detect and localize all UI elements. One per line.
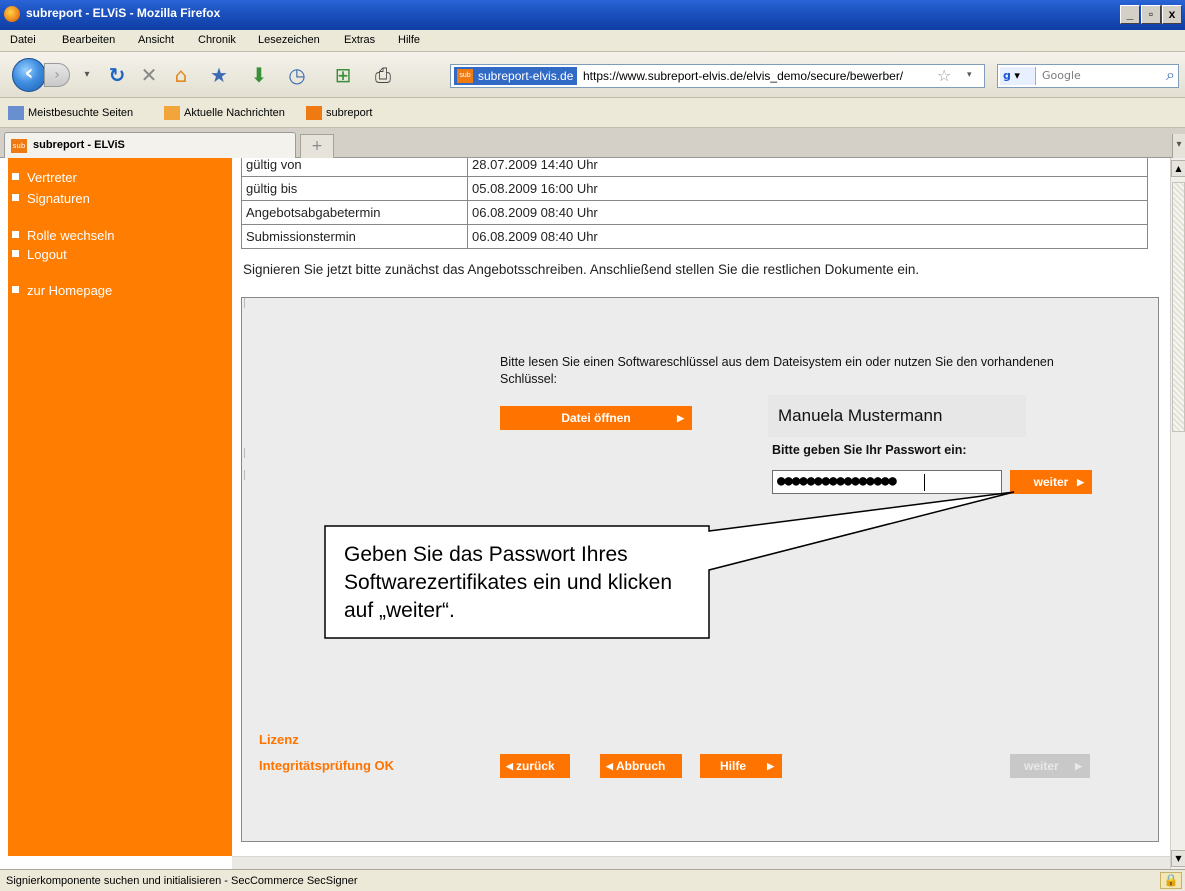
bookmarks-toolbar: Meistbesuchte Seiten Aktuelle Nachrichte… — [0, 98, 1185, 128]
abort-button[interactable]: ◀ Abbruch — [600, 754, 682, 778]
tab-bar: sub subreport - ELViS + ▾ — [0, 128, 1185, 158]
firefox-icon — [4, 6, 20, 22]
bookmark-icon[interactable]: ★ — [206, 62, 232, 88]
menu-extras[interactable]: Extras — [344, 34, 375, 46]
star-icon[interactable]: ☆ — [937, 66, 951, 85]
sidebar: Rechnungen Vertreter Signaturen Rolle we… — [8, 158, 232, 856]
home-icon[interactable]: ⌂ — [168, 62, 194, 88]
navigation-toolbar: ‹ › ▾ ↻ ✕ ⌂ ★ ⬇ ◷ ⊞ ⎙ sub subreport-elvi… — [0, 52, 1185, 98]
search-input[interactable]: g ▾ Google ⌕ — [997, 64, 1179, 88]
search-placeholder: Google — [1042, 69, 1081, 82]
new-tab-icon[interactable]: + — [300, 134, 334, 158]
title-bar: subreport - ELViS - Mozilla Firefox _ ▫ … — [0, 0, 1185, 30]
back-icon[interactable]: ‹ — [12, 58, 46, 92]
scroll-down-icon[interactable]: ▼ — [1171, 850, 1185, 867]
table-cell-value: 05.08.2009 16:00 Uhr — [467, 176, 1148, 201]
menu-chronik[interactable]: Chronik — [198, 34, 236, 46]
google-engine-icon[interactable]: g ▾ — [1000, 67, 1036, 85]
maximize-button[interactable]: ▫ — [1141, 5, 1161, 24]
table-cell-label: gültig bis — [241, 176, 468, 201]
url-bar[interactable]: sub subreport-elvis.de https://www.subre… — [450, 64, 985, 88]
sidebar-item-vertreter[interactable]: Vertreter — [12, 170, 77, 185]
close-button[interactable]: x — [1162, 5, 1182, 24]
table-cell-label: Angebotsabgabetermin — [241, 200, 468, 225]
history-dropdown-icon[interactable]: ▾ — [74, 62, 100, 88]
bookmark-meistbesuchte[interactable]: Meistbesuchte Seiten — [8, 106, 133, 120]
site-identity-button[interactable]: sub subreport-elvis.de — [454, 67, 578, 85]
menu-bar: Datei Bearbeiten Ansicht Chronik Lesezei… — [0, 30, 1185, 52]
history-icon[interactable]: ◷ — [284, 62, 310, 88]
license-link[interactable]: Lizenz — [259, 732, 299, 747]
signer-applet-panel: Bitte lesen Sie einen Softwareschlüssel … — [241, 297, 1159, 842]
arrow-right-icon: ▶ — [1075, 761, 1082, 771]
tender-info-table: gültig von 28.07.2009 14:40 Uhr gültig b… — [241, 158, 1148, 249]
bookmark-subreport[interactable]: subreport — [306, 106, 372, 120]
integrity-status: Integritätsprüfung OK — [259, 758, 395, 773]
subreport-favicon-icon — [306, 106, 322, 120]
download-icon[interactable]: ⬇ — [246, 62, 272, 88]
window-title: subreport - ELViS - Mozilla Firefox — [26, 6, 221, 20]
content-bottom-strip — [232, 856, 1170, 869]
table-row: Angebotsabgabetermin 06.08.2009 08:40 Uh… — [241, 200, 1148, 225]
table-cell-value: 06.08.2009 08:40 Uhr — [467, 200, 1148, 225]
menu-ansicht[interactable]: Ansicht — [138, 34, 174, 46]
sidebar-item-signaturen[interactable]: Signaturen — [12, 191, 90, 206]
site-favicon-icon: sub — [457, 69, 473, 83]
menu-hilfe[interactable]: Hilfe — [398, 34, 420, 46]
back-button[interactable]: ◀ zurück — [500, 754, 570, 778]
scroll-up-icon[interactable]: ▲ — [1171, 160, 1185, 177]
status-bar: Signierkomponente suchen und initialisie… — [0, 869, 1185, 891]
sidebar-item-logout[interactable]: Logout — [12, 247, 67, 262]
sidebar-clipped-item: Rechnungen — [38, 158, 118, 160]
url-dropdown-icon[interactable]: ▾ — [967, 70, 972, 80]
print-icon[interactable]: ⎙ — [370, 62, 396, 88]
arrow-left-icon: ◀ — [506, 761, 513, 771]
rss-icon — [164, 106, 180, 120]
help-button[interactable]: Hilfe ▶ — [700, 754, 782, 778]
arrow-left-icon: ◀ — [606, 761, 613, 771]
menu-lesezeichen[interactable]: Lesezeichen — [258, 34, 320, 46]
bookmark-folder-icon — [8, 106, 24, 120]
status-text: Signierkomponente suchen und initialisie… — [6, 875, 358, 887]
table-cell-label: Submissionstermin — [241, 224, 468, 249]
sidebar-item-rolle[interactable]: Rolle wechseln — [12, 228, 114, 243]
lock-icon[interactable]: 🔒 — [1160, 872, 1182, 889]
tab-favicon-icon: sub — [11, 139, 27, 153]
table-row: Submissionstermin 06.08.2009 08:40 Uhr — [241, 224, 1148, 249]
instruction-text: Signieren Sie jetzt bitte zunächst das A… — [243, 262, 920, 277]
table-cell-label: gültig von — [241, 158, 468, 177]
tab-label: subreport - ELViS — [33, 139, 125, 151]
stop-icon[interactable]: ✕ — [136, 62, 162, 88]
table-cell-value: 06.08.2009 08:40 Uhr — [467, 224, 1148, 249]
tab-subreport[interactable]: sub subreport - ELViS — [4, 132, 296, 158]
forward-icon[interactable]: › — [44, 63, 70, 87]
minimize-button[interactable]: _ — [1120, 5, 1140, 24]
table-row: gültig von 28.07.2009 14:40 Uhr — [241, 158, 1148, 177]
reload-icon[interactable]: ↻ — [104, 62, 130, 88]
page-content: Rechnungen Vertreter Signaturen Rolle we… — [0, 158, 1170, 869]
bookmark-nachrichten[interactable]: Aktuelle Nachrichten — [164, 106, 285, 120]
next-button-disabled[interactable]: weiter ▶ — [1010, 754, 1090, 778]
callout-text: Geben Sie das Passwort Ihres Softwarezer… — [344, 543, 672, 622]
arrow-right-icon: ▶ — [767, 761, 774, 771]
new-window-icon[interactable]: ⊞ — [330, 62, 356, 88]
tab-list-icon[interactable]: ▾ — [1172, 134, 1185, 158]
url-text[interactable]: https://www.subreport-elvis.de/elvis_dem… — [583, 69, 903, 83]
search-icon[interactable]: ⌕ — [1166, 65, 1175, 85]
menu-bearbeiten[interactable]: Bearbeiten — [62, 34, 115, 46]
vertical-scrollbar[interactable]: ▲ ▼ — [1170, 158, 1185, 869]
sidebar-item-homepage[interactable]: zur Homepage — [12, 283, 112, 298]
scroll-thumb[interactable] — [1172, 182, 1185, 432]
menu-datei[interactable]: Datei — [10, 34, 36, 46]
table-row: gültig bis 05.08.2009 16:00 Uhr — [241, 176, 1148, 201]
table-cell-value: 28.07.2009 14:40 Uhr — [467, 158, 1148, 177]
